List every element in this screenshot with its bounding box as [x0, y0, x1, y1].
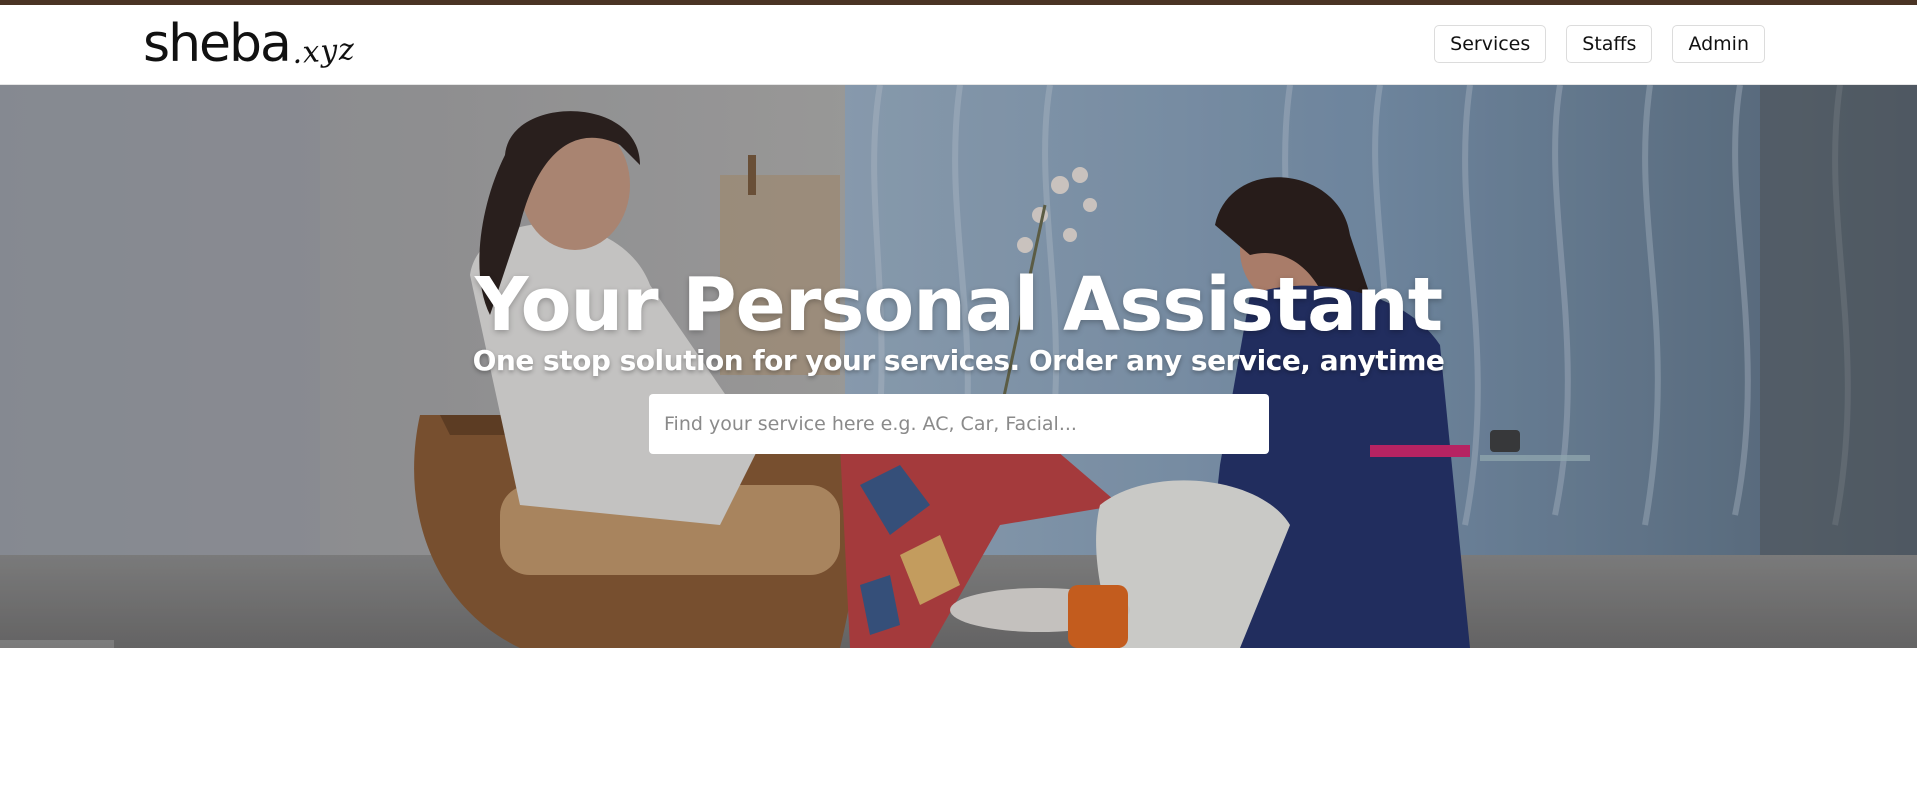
hero-section: Your Personal Assistant One stop solutio…: [0, 85, 1917, 648]
nav-services-button[interactable]: Services: [1434, 25, 1547, 63]
nav-admin-button[interactable]: Admin: [1672, 25, 1765, 63]
nav-staffs-button[interactable]: Staffs: [1566, 25, 1653, 63]
service-search-input[interactable]: [649, 394, 1269, 454]
brand-logo[interactable]: sheba .xyz: [143, 11, 357, 77]
hero-title: Your Personal Assistant: [474, 262, 1443, 348]
navbar: sheba .xyz Services Staffs Admin: [0, 5, 1917, 85]
nav-menu: Services Staffs Admin: [1434, 25, 1765, 63]
brand-tld: .xyz: [290, 31, 357, 72]
hero-corner-mark: [0, 640, 114, 648]
brand-name: sheba: [143, 14, 292, 74]
hero-subtitle: One stop solution for your services. Ord…: [472, 344, 1445, 377]
